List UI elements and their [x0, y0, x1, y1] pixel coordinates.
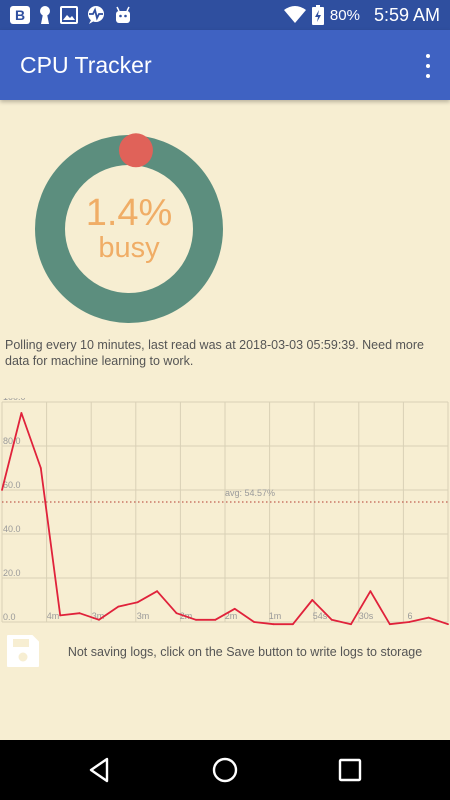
wifi-icon: [283, 6, 306, 23]
data-point: [20, 412, 23, 414]
home-circle-icon[interactable]: [210, 755, 240, 785]
x-axis-tick-label: 1m: [269, 611, 282, 621]
gauge-readout: 1.4% busy: [30, 130, 228, 328]
data-point: [350, 623, 352, 626]
battery-charging-icon: [311, 5, 324, 25]
status-bar: B 80% 5:59 AM: [0, 0, 450, 30]
y-axis-tick-label: 40.0: [3, 524, 21, 534]
data-point: [253, 621, 255, 623]
x-axis-tick-label: 4m: [47, 611, 60, 621]
data-point: [136, 601, 139, 604]
notification-icons: B: [10, 5, 132, 25]
data-point: [195, 618, 197, 621]
cpu-history-chart: 100.080.060.040.020.00.04m3m3m2m2m1m54s3…: [1, 398, 449, 626]
x-axis-tick-label: 6: [407, 611, 412, 621]
battery-percentage: 80%: [329, 6, 360, 24]
y-axis-tick-label: 60.0: [3, 480, 21, 490]
data-point: [291, 623, 294, 626]
data-point: [214, 618, 217, 621]
data-point: [233, 607, 236, 610]
recents-square-icon[interactable]: [335, 755, 365, 785]
data-point: [408, 621, 411, 623]
data-point: [39, 467, 42, 469]
data-point: [447, 623, 449, 626]
b-notification-icon: B: [10, 6, 30, 24]
x-axis-tick-label: 30s: [359, 611, 374, 621]
polling-message: Polling every 10 minutes, last read was …: [5, 338, 424, 368]
data-point: [330, 618, 333, 621]
data-point: [78, 612, 81, 615]
y-axis-tick-label: 80.0: [3, 436, 21, 446]
pulse-notification-icon: [88, 6, 104, 24]
data-point: [117, 605, 120, 608]
data-point: [369, 590, 372, 593]
keyhole-notification-icon: [40, 6, 50, 24]
x-axis-tick-label: 3m: [137, 611, 150, 621]
cpu-busy-value: 1.4%: [85, 192, 173, 234]
y-axis-tick-label: 20.0: [3, 568, 21, 578]
data-point: [156, 590, 159, 593]
back-triangle-icon[interactable]: [85, 755, 115, 785]
data-point: [98, 618, 100, 621]
overflow-menu-icon[interactable]: [420, 52, 436, 80]
log-status-message: Not saving logs, click on the Save butto…: [67, 645, 423, 659]
svg-text:B: B: [15, 7, 25, 23]
data-point: [59, 614, 62, 617]
app-title: CPU Tracker: [20, 52, 152, 78]
data-point: [311, 599, 314, 601]
data-point: [175, 612, 178, 615]
app-bar: CPU Tracker: [0, 30, 450, 100]
data-point: [427, 616, 430, 619]
average-label: avg: 54.57%: [225, 488, 275, 498]
android-notification-icon: [116, 6, 130, 23]
cpu-busy-label: busy: [98, 232, 160, 264]
y-axis-tick-label: 0.0: [3, 612, 16, 622]
clock: 5:59 AM: [373, 4, 440, 25]
data-point: [388, 623, 391, 626]
navigation-bar: [0, 740, 450, 800]
screen: B 80% 5:59 AM CPU Tracker 1.4% busy Poll…: [0, 0, 450, 800]
y-axis-tick-label: 100.0: [3, 398, 26, 402]
system-status: 80% 5:59 AM: [283, 4, 440, 26]
data-point: [272, 623, 275, 626]
floppy-disk-icon[interactable]: [6, 634, 40, 668]
data-point: [1, 489, 3, 491]
image-notification-icon: [60, 6, 78, 24]
